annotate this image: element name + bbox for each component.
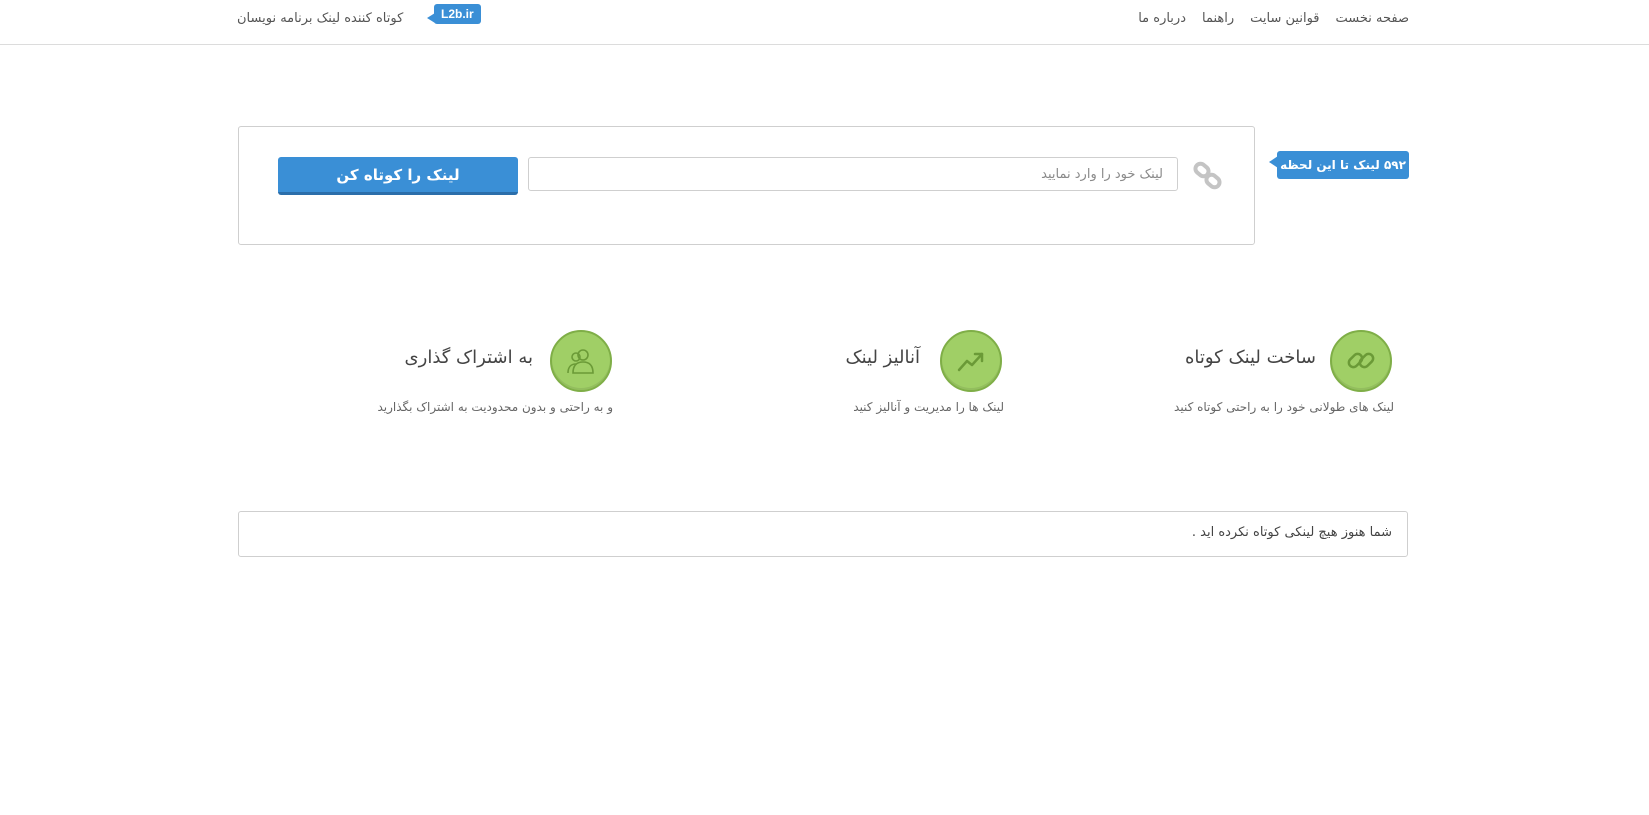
brand-tagline[interactable]: کوتاه کننده لینک برنامه نویسان	[237, 11, 403, 26]
links-empty-message-box: شما هنوز هیچ لینکی کوتاه نکرده اید .	[238, 511, 1408, 557]
feature-create-short-link: ساخت لینک کوتاه لینک های طولانی خود را ب…	[1160, 330, 1400, 430]
top-navbar: صفحه نخست قوانین سایت راهنما درباره ما ک…	[0, 0, 1649, 45]
feature-icon-circle	[940, 330, 1002, 392]
feature-link-analytics: آنالیز لینک لینک ها را مدیریت و آنالیز ک…	[830, 330, 1010, 430]
url-input[interactable]	[528, 157, 1178, 191]
shorten-button[interactable]: لینک را کوتاه کن	[278, 157, 518, 195]
shortener-panel: لینک را کوتاه کن	[238, 126, 1255, 245]
chain-link-icon	[1347, 352, 1375, 369]
nav-links: صفحه نخست قوانین سایت راهنما درباره ما	[1138, 11, 1409, 26]
empty-links-message: شما هنوز هیچ لینکی کوتاه نکرده اید .	[1191, 525, 1392, 540]
feature-title: به اشتراک گذاری	[404, 347, 533, 368]
users-icon	[567, 349, 594, 374]
feature-sharing: به اشتراک گذاری و به راحتی و بدون محدودی…	[350, 330, 615, 430]
link-counter-badge: ۵۹۲ لینک تا این لحظه	[1269, 151, 1409, 179]
link-icon	[1193, 161, 1222, 190]
nav-link-about[interactable]: درباره ما	[1138, 11, 1186, 26]
feature-title: ساخت لینک کوتاه	[1184, 347, 1316, 368]
feature-icon-circle	[550, 330, 612, 392]
nav-link-rules[interactable]: قوانین سایت	[1250, 11, 1319, 26]
brand-logo-badge[interactable]: L2b.ir	[427, 4, 481, 24]
feature-description: لینک های طولانی خود را به راحتی کوتاه کن…	[1174, 400, 1394, 414]
nav-link-help[interactable]: راهنما	[1202, 11, 1234, 26]
feature-description: و به راحتی و بدون محدودیت به اشتراک بگذا…	[377, 400, 613, 414]
feature-description: لینک ها را مدیریت و آنالیز کنید	[853, 400, 1004, 414]
trend-up-icon	[957, 352, 984, 372]
nav-link-home[interactable]: صفحه نخست	[1336, 11, 1409, 26]
feature-icon-circle	[1330, 330, 1392, 392]
feature-title: آنالیز لینک	[845, 347, 920, 368]
